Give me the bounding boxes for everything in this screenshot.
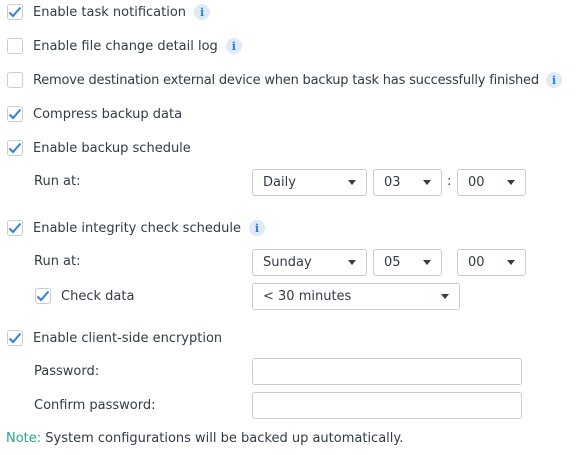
task-notification-option[interactable]: Enable task notification i bbox=[7, 4, 211, 20]
check-duration-select[interactable]: < 30 minutes bbox=[252, 283, 460, 310]
note-key: Note: bbox=[6, 431, 42, 446]
integrity-hour-value: 05 bbox=[384, 255, 401, 270]
chevron-down-icon bbox=[507, 180, 515, 185]
integrity-run-at-label: Run at: bbox=[34, 254, 81, 269]
checkmark-icon bbox=[8, 6, 22, 18]
check-duration-value: < 30 minutes bbox=[263, 289, 352, 304]
integrity-day-select[interactable]: Sunday bbox=[252, 249, 367, 276]
encryption-option[interactable]: Enable client-side encryption bbox=[7, 330, 222, 346]
integrity-check-checkbox[interactable] bbox=[7, 220, 23, 236]
info-icon[interactable]: i bbox=[248, 220, 265, 236]
remove-destination-label: Remove destination external device when … bbox=[33, 72, 539, 88]
backup-frequency-select[interactable]: Daily bbox=[252, 169, 367, 196]
checkmark-icon bbox=[36, 290, 50, 302]
chevron-down-icon bbox=[423, 180, 431, 185]
chevron-down-icon bbox=[348, 260, 356, 265]
integrity-check-option[interactable]: Enable integrity check schedule i bbox=[7, 220, 265, 236]
backup-schedule-label: Enable backup schedule bbox=[33, 140, 191, 156]
backup-minute-select[interactable]: 00 bbox=[457, 169, 526, 196]
encryption-label: Enable client-side encryption bbox=[33, 330, 223, 346]
file-change-log-option[interactable]: Enable file change detail log i bbox=[7, 38, 242, 54]
compress-option[interactable]: Compress backup data bbox=[7, 106, 182, 122]
check-data-checkbox[interactable] bbox=[35, 288, 51, 304]
backup-minute-value: 00 bbox=[468, 175, 485, 190]
check-data-option[interactable]: Check data bbox=[35, 288, 134, 304]
chevron-down-icon bbox=[441, 294, 449, 299]
backup-hour-select[interactable]: 03 bbox=[373, 169, 442, 196]
remove-destination-option[interactable]: Remove destination external device when … bbox=[7, 72, 562, 88]
integrity-minute-value: 00 bbox=[468, 255, 485, 270]
info-icon[interactable]: i bbox=[225, 38, 242, 54]
footer-note: Note: System configurations will be back… bbox=[6, 431, 403, 446]
chevron-down-icon bbox=[423, 260, 431, 265]
info-icon[interactable]: i bbox=[545, 72, 562, 88]
backup-run-at-label: Run at: bbox=[34, 174, 81, 189]
checkmark-icon bbox=[8, 332, 22, 344]
backup-hour-value: 03 bbox=[384, 175, 401, 190]
compress-checkbox[interactable] bbox=[7, 106, 23, 122]
password-label: Password: bbox=[34, 364, 100, 379]
integrity-day-value: Sunday bbox=[263, 255, 312, 270]
checkmark-icon bbox=[8, 108, 22, 120]
backup-schedule-checkbox[interactable] bbox=[7, 140, 23, 156]
confirm-password-label: Confirm password: bbox=[34, 398, 156, 413]
note-text: System configurations will be backed up … bbox=[45, 431, 404, 446]
file-change-log-checkbox[interactable] bbox=[7, 38, 23, 54]
backup-frequency-value: Daily bbox=[263, 175, 296, 190]
task-notification-checkbox[interactable] bbox=[7, 4, 23, 20]
file-change-log-label: Enable file change detail log bbox=[33, 38, 218, 54]
chevron-down-icon bbox=[348, 180, 356, 185]
chevron-down-icon bbox=[507, 260, 515, 265]
integrity-hour-select[interactable]: 05 bbox=[373, 249, 442, 276]
checkmark-icon bbox=[8, 142, 22, 154]
confirm-password-field[interactable] bbox=[252, 392, 522, 419]
time-separator: : bbox=[447, 174, 452, 189]
backup-schedule-option[interactable]: Enable backup schedule bbox=[7, 140, 191, 156]
encryption-checkbox[interactable] bbox=[7, 330, 23, 346]
integrity-minute-select[interactable]: 00 bbox=[457, 249, 526, 276]
info-icon[interactable]: i bbox=[194, 4, 211, 20]
checkmark-icon bbox=[8, 222, 22, 234]
compress-label: Compress backup data bbox=[33, 106, 183, 122]
task-notification-label: Enable task notification bbox=[33, 4, 187, 20]
password-field[interactable] bbox=[252, 358, 522, 385]
integrity-check-label: Enable integrity check schedule bbox=[33, 220, 241, 236]
check-data-label: Check data bbox=[61, 288, 135, 304]
remove-destination-checkbox[interactable] bbox=[7, 72, 23, 88]
